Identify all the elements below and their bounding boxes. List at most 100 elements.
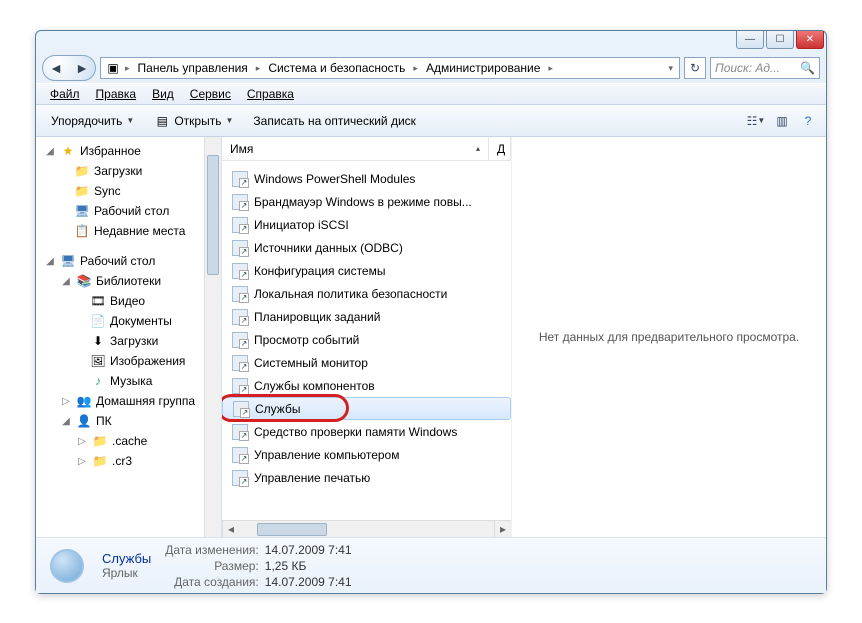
file-row[interactable]: Просмотр событий (222, 328, 511, 351)
minimize-button[interactable]: — (736, 31, 764, 49)
collapse-icon[interactable]: ◢ (60, 276, 72, 287)
help-button[interactable]: ? (796, 110, 820, 132)
open-icon: ▤ (154, 113, 170, 129)
breadcrumb-bar[interactable]: ▣ ▸ Панель управления ▸ Система и безопа… (100, 57, 680, 79)
file-row[interactable]: Windows PowerShell Modules (222, 167, 511, 190)
shortcut-icon (232, 240, 248, 256)
file-name: Средство проверки памяти Windows (254, 425, 457, 439)
nav-scrollbar[interactable] (204, 137, 221, 537)
details-title: Службы (102, 551, 151, 566)
nav-desktop-fav[interactable]: 🖥Рабочий стол (36, 201, 221, 221)
close-button[interactable]: ✕ (796, 31, 824, 49)
expand-icon[interactable]: ▷ (60, 396, 72, 407)
shortcut-icon (232, 355, 248, 371)
nav-libraries[interactable]: ◢📚Библиотеки (36, 271, 221, 291)
nav-recent[interactable]: 📋Недавние места (36, 221, 221, 241)
breadcrumb-item[interactable]: Администрирование (422, 61, 544, 75)
nav-downloads-lib[interactable]: ⬇Загрузки (36, 331, 221, 351)
shortcut-icon (232, 424, 248, 440)
file-row[interactable]: Системный монитор (222, 351, 511, 374)
nav-downloads[interactable]: 📁Загрузки (36, 161, 221, 181)
collapse-icon[interactable]: ◢ (44, 256, 56, 267)
file-row[interactable]: Брандмауэр Windows в режиме повы... (222, 190, 511, 213)
video-icon: 🎞 (90, 293, 106, 309)
organize-button[interactable]: Упорядочить▼ (42, 110, 143, 132)
refresh-button[interactable]: ↻ (684, 57, 706, 79)
chevron-right-icon[interactable]: ▸ (254, 63, 263, 74)
chevron-down-icon[interactable]: ▾ (666, 63, 675, 74)
menu-tools[interactable]: Сервис (184, 85, 237, 103)
shortcut-icon (232, 378, 248, 394)
file-row[interactable]: Инициатор iSCSI (222, 213, 511, 236)
search-input[interactable]: Поиск: Ад... 🔍 (710, 57, 820, 79)
nav-buttons: ◄ ► (42, 55, 96, 81)
menu-view[interactable]: Вид (146, 85, 180, 103)
meta-key: Дата изменения: (165, 543, 259, 557)
nav-homegroup[interactable]: ▷👥Домашняя группа (36, 391, 221, 411)
view-options-button[interactable]: ☷ ▼ (744, 110, 768, 132)
file-row[interactable]: Управление компьютером (222, 443, 511, 466)
nav-desktop[interactable]: ◢🖥Рабочий стол (36, 251, 221, 271)
breadcrumb-item[interactable]: Система и безопасность (264, 61, 409, 75)
nav-videos[interactable]: 🎞Видео (36, 291, 221, 311)
nav-cr3[interactable]: ▷📁.cr3 (36, 451, 221, 471)
nav-cache[interactable]: ▷📁.cache (36, 431, 221, 451)
breadcrumb-item[interactable]: Панель управления (134, 61, 252, 75)
col-date[interactable]: Д (489, 137, 511, 160)
details-title-block: Службы Ярлык (102, 551, 151, 580)
folder-icon: 📁 (74, 163, 90, 179)
menu-bar: Файл Правка Вид Сервис Справка (36, 83, 826, 105)
nav-favorites[interactable]: ◢★Избранное (36, 141, 221, 161)
file-list: Windows PowerShell ModulesБрандмауэр Win… (222, 161, 511, 520)
file-name: Локальная политика безопасности (254, 287, 447, 301)
open-button[interactable]: ▤Открыть▼ (145, 109, 242, 133)
scroll-left-icon[interactable]: ◂ (222, 521, 239, 538)
menu-edit[interactable]: Правка (90, 85, 143, 103)
expand-icon[interactable]: ▷ (76, 436, 88, 447)
file-name: Источники данных (ODBC) (254, 241, 403, 255)
nav-pc[interactable]: ◢👤ПК (36, 411, 221, 431)
nav-pictures[interactable]: 🖼Изображения (36, 351, 221, 371)
chevron-right-icon[interactable]: ▸ (123, 63, 132, 74)
file-row[interactable]: Планировщик заданий (222, 305, 511, 328)
burn-button[interactable]: Записать на оптический диск (244, 110, 425, 132)
forward-button[interactable]: ► (69, 56, 95, 80)
shortcut-icon (232, 309, 248, 325)
document-icon: 📄 (90, 313, 106, 329)
nav-sync[interactable]: 📁Sync (36, 181, 221, 201)
navigation-pane: ◢★Избранное 📁Загрузки 📁Sync 🖥Рабочий сто… (36, 137, 222, 537)
file-row[interactable]: Службы (222, 397, 511, 420)
scroll-thumb[interactable] (257, 523, 327, 536)
file-row[interactable]: Источники данных (ODBC) (222, 236, 511, 259)
expand-icon[interactable]: ▷ (76, 456, 88, 467)
file-row[interactable]: Конфигурация системы (222, 259, 511, 282)
horizontal-scrollbar[interactable]: ◂ ▸ (222, 520, 511, 537)
file-name: Планировщик заданий (254, 310, 380, 324)
chevron-down-icon: ▼ (126, 116, 134, 125)
menu-file[interactable]: Файл (44, 85, 86, 103)
collapse-icon[interactable]: ◢ (44, 146, 56, 157)
file-row[interactable]: Средство проверки памяти Windows (222, 420, 511, 443)
shortcut-icon (232, 470, 248, 486)
search-icon[interactable]: 🔍 (800, 61, 815, 75)
collapse-icon[interactable]: ◢ (60, 416, 72, 427)
gear-icon (50, 549, 84, 583)
back-button[interactable]: ◄ (43, 56, 69, 80)
col-name[interactable]: Имя▴ (222, 137, 489, 160)
preview-empty-text: Нет данных для предварительного просмотр… (539, 330, 799, 344)
nav-music[interactable]: ♪Музыка (36, 371, 221, 391)
preview-pane-button[interactable]: ▥ (770, 110, 794, 132)
titlebar: — ☐ ✕ (36, 31, 826, 53)
scroll-right-icon[interactable]: ▸ (494, 521, 511, 538)
menu-help[interactable]: Справка (241, 85, 300, 103)
picture-icon: 🖼 (90, 353, 106, 369)
folder-icon: 📁 (92, 453, 108, 469)
chevron-right-icon[interactable]: ▸ (411, 63, 420, 74)
file-row[interactable]: Службы компонентов (222, 374, 511, 397)
file-row[interactable]: Управление печатью (222, 466, 511, 489)
meta-value: 14.07.2009 7:41 (265, 543, 352, 557)
maximize-button[interactable]: ☐ (766, 31, 794, 49)
nav-documents[interactable]: 📄Документы (36, 311, 221, 331)
chevron-right-icon[interactable]: ▸ (546, 63, 555, 74)
file-row[interactable]: Локальная политика безопасности (222, 282, 511, 305)
